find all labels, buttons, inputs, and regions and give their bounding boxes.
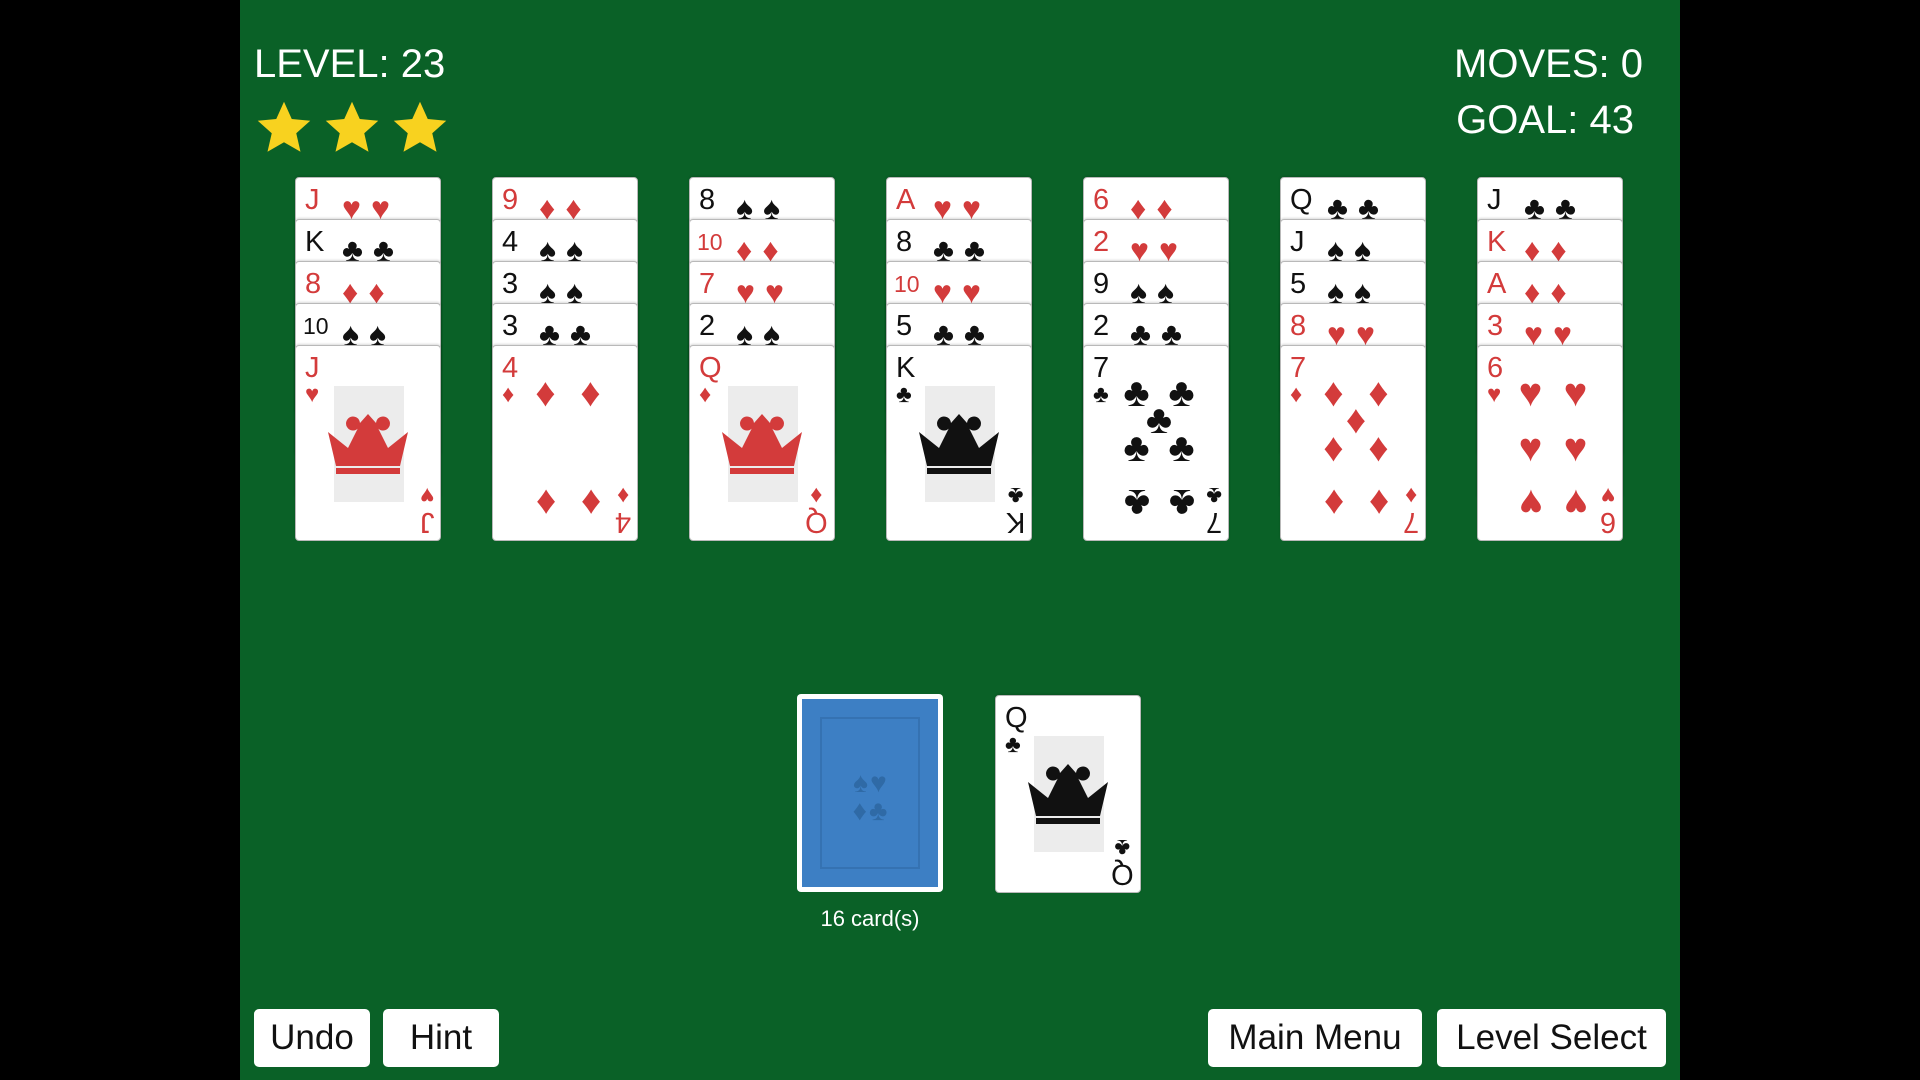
tableau-column-5: 6 ♦♦ 2 ♥♥ 9 ♠♠ 2 ♣♣ 7 ♣ ♣ ♣ ♣ ♣ ♣ ♣ ♣ 7 ♣ [1083,177,1231,547]
card-pips: ♦ ♦ ♦ ♦ ♦ ♦ ♦ [1323,370,1389,526]
tableau-column-1: J ♥♥ K ♣♣ 8 ♦♦ 10 ♠♠ J ♥ J ♥ [295,177,443,547]
card-back: ♠♥ ♦♣ [802,699,938,887]
heart-suit-icon: ♥ [305,381,320,408]
playing-card[interactable]: 6 ♥ ♥ ♥ ♥ ♥ ♥ ♥ 6 ♥ [1477,345,1623,541]
card-rank: J [1487,184,1502,216]
heart-suit-icon: ♥ [1487,381,1502,408]
card-rank: K [305,226,325,258]
diamond-suit-icon: ♦ [699,381,712,408]
club-suit-icon: ♣ [1005,731,1021,758]
card-corner-bottom: Q ♣ [1111,834,1134,890]
tableau-column-2: 9 ♦♦ 4 ♠♠ 3 ♠♠ 3 ♣♣ 4 ♦ ♦ ♦ ♦ ♦ 4 ♦ [492,177,640,547]
playing-card[interactable]: 7 ♣ ♣ ♣ ♣ ♣ ♣ ♣ ♣ 7 ♣ [1083,345,1229,541]
playing-card[interactable]: Q ♦ Q ♦ [689,345,835,541]
hint-button[interactable]: Hint [383,1009,499,1067]
playing-card[interactable]: 4 ♦ ♦ ♦ ♦ ♦ 4 ♦ [492,345,638,541]
card-corner-bottom: 6 ♥ [1599,482,1616,538]
crown-icon [911,408,1007,474]
card-rank: 2 [1093,310,1110,342]
playing-card[interactable]: Q ♣ Q ♣ [995,695,1141,893]
card-rank: 2 [699,310,716,342]
card-rank: 8 [305,268,322,300]
card-rank: 5 [896,310,913,342]
card-rank: 7 [699,268,716,300]
club-suit-icon: ♣ [1093,381,1109,408]
tableau-column-7: J ♣♣ K ♦♦ A ♦♦ 3 ♥♥ 6 ♥ ♥ ♥ ♥ ♥ ♥ ♥ 6 ♥ [1477,177,1625,547]
stock-count: 16 card(s) [820,906,920,931]
card-rank: 10 [697,229,723,255]
card-rank: J [1290,226,1305,258]
game-board: LEVEL: 23 MOVES: 0 GOAL: 43 J ♥♥ K ♣♣ 8 ♦♦ 10 ♠… [240,0,1680,1080]
card-rank: 4 [502,226,519,258]
crown-icon [1020,758,1116,824]
card-corner-bottom: 7 ♣ [1205,482,1222,538]
card-rank: 3 [1487,310,1504,342]
card-rank: K [1487,226,1507,258]
card-rank: 2 [1093,226,1110,258]
club-suit-icon: ♣ [896,381,912,408]
card-rank: 3 [502,310,519,342]
card-rank: Q [1290,184,1313,216]
playing-card[interactable]: K ♣ K ♣ [886,345,1032,541]
crown-icon [714,408,810,474]
card-rank: 7 [1093,352,1110,384]
level-select-button[interactable]: Level Select [1437,1009,1666,1067]
card-corner-bottom: Q ♦ [805,482,828,538]
card-rank: 8 [896,226,913,258]
star-icon [393,101,447,152]
card-rank: J [305,184,320,216]
card-rank: Q [1005,702,1028,734]
card-corner-bottom: 4 ♦ [614,482,631,538]
card-rank: J [305,352,320,384]
card-corner-bottom: K ♣ [1005,482,1025,538]
card-rank: 5 [1290,268,1307,300]
card-rank: A [1487,268,1507,300]
crown-icon [320,408,416,474]
card-rank: 10 [303,313,329,339]
tableau-column-4: A ♥♥ 8 ♣♣ 10 ♥♥ 5 ♣♣ K ♣ K ♣ [886,177,1034,547]
playing-card[interactable]: 7 ♦ ♦ ♦ ♦ ♦ ♦ ♦ ♦ 7 ♦ [1280,345,1426,541]
card-rank: K [896,352,916,384]
moves-counter: MOVES: 0 [1454,42,1643,86]
card-pips: ♣ ♣ ♣ ♣ ♣ ♣ ♣ [1123,370,1195,526]
card-rank: 9 [502,184,519,216]
waste-pile[interactable]: Q ♣ Q ♣ [995,695,1141,893]
star-icon [257,101,311,152]
card-rank: 3 [502,268,519,300]
playing-card[interactable]: J ♥ J ♥ [295,345,441,541]
card-rank: 10 [894,271,920,297]
card-rank: Q [699,352,722,384]
goal-label: GOAL: 43 [1456,98,1634,142]
undo-button[interactable]: Undo [254,1009,370,1067]
diamond-suit-icon: ♦ [502,381,515,408]
card-rank: 6 [1093,184,1110,216]
star-icon [325,101,379,152]
star-rating [254,98,450,158]
card-rank: 4 [502,352,519,384]
card-rank: A [896,184,916,216]
stock-pile[interactable]: ♠♥ ♦♣ [797,694,943,892]
card-pips: ♦ ♦ ♦ ♦ [535,370,601,526]
card-back-suits-icon: ♠♥ ♦♣ [852,767,890,826]
card-corner-bottom: J ♥ [419,482,435,538]
card-rank: 8 [1290,310,1307,342]
main-menu-button[interactable]: Main Menu [1208,1009,1422,1067]
card-pips: ♥ ♥ ♥ ♥ ♥ ♥ [1518,370,1588,526]
card-rank: 6 [1487,352,1504,384]
diamond-suit-icon: ♦ [1290,381,1303,408]
tableau-column-6: Q ♣♣ J ♠♠ 5 ♠♠ 8 ♥♥ 7 ♦ ♦ ♦ ♦ ♦ ♦ ♦ ♦ 7 ♦ [1280,177,1428,547]
tableau-column-3: 8 ♠♠ 10 ♦♦ 7 ♥♥ 2 ♠♠ Q ♦ Q ♦ [689,177,837,547]
card-rank: 8 [699,184,716,216]
card-corner-bottom: 7 ♦ [1402,482,1419,538]
card-rank: 7 [1290,352,1307,384]
level-label: LEVEL: 23 [254,42,446,86]
card-rank: 9 [1093,268,1110,300]
